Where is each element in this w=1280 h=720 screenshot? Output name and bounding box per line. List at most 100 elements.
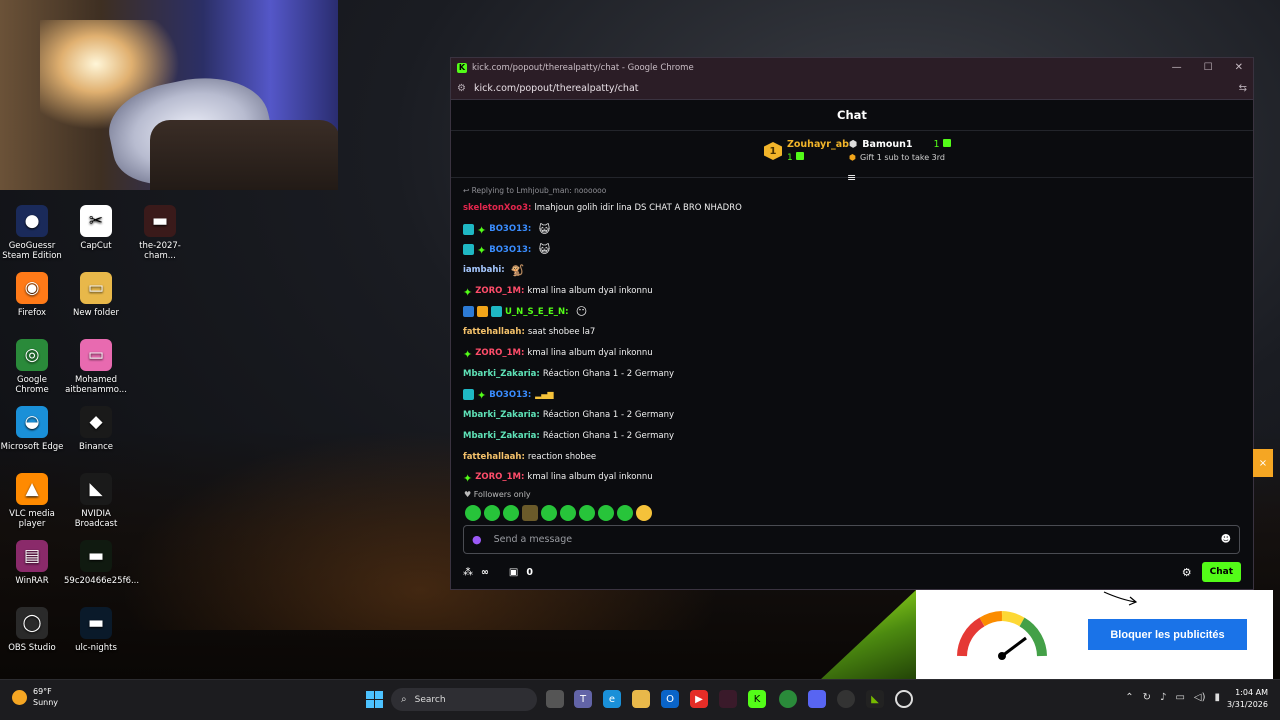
spark-badge-icon[interactable]: ✦	[463, 472, 472, 485]
desktop-icon[interactable]: ▭ New folder	[64, 272, 128, 318]
chat-message[interactable]: Mbarki_Zakaria: Réaction Ghana 1 - 2 Germ…	[463, 426, 1223, 447]
taskbar-search[interactable]: ⌕ Search	[391, 688, 537, 711]
clock[interactable]: 1:04 AM 3/31/2026	[1227, 687, 1268, 711]
chat-message-input[interactable]	[491, 533, 1221, 546]
ad-close-button[interactable]: ×	[1253, 449, 1273, 477]
chat-input-box[interactable]: ● ☻	[463, 525, 1240, 554]
app-icon[interactable]	[719, 690, 737, 708]
weather-widget[interactable]: 69°F Sunny	[12, 686, 58, 708]
desktop-icon[interactable]: ✂ CapCut	[64, 205, 128, 251]
spark-badge-icon[interactable]: ✦	[463, 348, 472, 361]
desktop-icon[interactable]: ◣ NVIDIA Broadcast	[64, 473, 128, 529]
desktop-icon[interactable]: ▤ WinRAR	[0, 540, 64, 586]
emote-button[interactable]	[484, 505, 500, 521]
chat-username[interactable]: ZORO_1M:	[475, 472, 524, 482]
chat-username[interactable]: Mbarki_Zakaria:	[463, 369, 540, 379]
maximize-icon[interactable]: ☐	[1204, 62, 1213, 73]
desktop-icon[interactable]: ● GeoGuessr Steam Edition	[0, 205, 64, 261]
chat-emote[interactable]: 😺	[536, 242, 552, 258]
grid-badge-icon[interactable]	[463, 389, 474, 401]
nvidia-icon[interactable]: ◣	[866, 690, 884, 708]
outlook-icon[interactable]: O	[661, 690, 679, 708]
chat-message[interactable]: skeletonXoo3: lmahjoun golih idir lina DS…	[463, 198, 1223, 219]
emote-button[interactable]	[617, 505, 633, 521]
block-ads-button[interactable]: Bloquer les publicités	[1088, 619, 1247, 650]
arrow-badge-icon[interactable]	[463, 306, 474, 318]
file-explorer-icon[interactable]	[632, 690, 650, 708]
address-url[interactable]: kick.com/popout/therealpatty/chat	[474, 83, 639, 94]
chat-username[interactable]: ZORO_1M:	[475, 348, 524, 358]
chat-settings-icon[interactable]: ⚙	[1182, 566, 1192, 579]
minimize-icon[interactable]: —	[1172, 62, 1182, 73]
chat-username[interactable]: U_N_S_E_E_N:	[505, 307, 569, 317]
chat-username[interactable]: Mbarki_Zakaria:	[463, 410, 540, 420]
chrome-icon[interactable]	[779, 690, 797, 708]
chat-username[interactable]: fattehallaah:	[463, 327, 525, 337]
chat-message[interactable]: ✦ BO3O13: 😺	[463, 239, 1223, 260]
chat-emote[interactable]: 😶	[574, 304, 590, 320]
chat-username[interactable]: BO3O13:	[489, 224, 531, 234]
discord-icon[interactable]	[808, 690, 826, 708]
kick-icon[interactable]: K	[748, 690, 766, 708]
sync-icon[interactable]: ↻	[1143, 692, 1151, 703]
desktop-icon[interactable]: ◉ Firefox	[0, 272, 64, 318]
desktop-icon[interactable]: ▲ VLC media player	[0, 473, 64, 529]
edge-icon[interactable]: e	[603, 690, 621, 708]
obs-icon[interactable]	[837, 690, 855, 708]
chat-message[interactable]: ✦ ZORO_1M: kmal lina album dyal inkonnu	[463, 343, 1223, 364]
desktop-icon[interactable]: ◆ Binance	[64, 406, 128, 452]
windows-start-icon[interactable]	[366, 691, 383, 708]
emote-button[interactable]	[503, 505, 519, 521]
chat-emote[interactable]: 🐒	[510, 262, 526, 278]
site-info-icon[interactable]: ⚙	[457, 83, 466, 94]
chat-message[interactable]: fattehallaah: reaction shobee	[463, 446, 1223, 467]
chat-username[interactable]: Mbarki_Zakaria:	[463, 431, 540, 441]
desktop-icon[interactable]: ◯ OBS Studio	[0, 607, 64, 653]
send-chat-button[interactable]: Chat	[1201, 562, 1241, 582]
chat-message[interactable]: ✦ ZORO_1M: kmal lina album dyal inkonnu	[463, 281, 1223, 302]
store-icon[interactable]: ▣	[509, 567, 518, 578]
crown-badge-icon[interactable]	[477, 306, 488, 318]
battery-icon[interactable]: ▮	[1214, 692, 1220, 703]
desktop-icon[interactable]: ◎ Google Chrome	[0, 339, 64, 395]
chat-message[interactable]: Mbarki_Zakaria: Réaction Ghana 1 - 2 Germ…	[463, 364, 1223, 385]
chat-message[interactable]: ✦ BO3O13: 😺	[463, 219, 1223, 240]
desktop-icon[interactable]: ▬ the-2027-cham...	[128, 205, 192, 261]
chat-emote[interactable]: ▂▄▆	[535, 387, 553, 403]
chat-emote[interactable]: 😺	[536, 221, 552, 237]
desktop-icon[interactable]: ▭ Mohamed aitbenammo...	[64, 339, 128, 395]
chat-username[interactable]: skeletonXoo3:	[463, 203, 531, 213]
chat-message[interactable]: ✦ BO3O13: ▂▄▆	[463, 384, 1223, 405]
microphone-icon[interactable]: ●	[472, 533, 482, 546]
collapse-leaderboard-icon[interactable]: ≡	[847, 171, 856, 184]
spark-badge-icon[interactable]: ✦	[477, 224, 486, 237]
close-icon[interactable]: ✕	[1235, 62, 1243, 73]
monitor-icon[interactable]: ▭	[1175, 692, 1184, 703]
spark-badge-icon[interactable]: ✦	[463, 286, 472, 299]
browser-icon[interactable]	[895, 690, 913, 708]
spark-badge-icon[interactable]: ✦	[477, 244, 486, 257]
emote-button[interactable]	[579, 505, 595, 521]
translate-icon[interactable]: ⇆	[1239, 83, 1247, 94]
grid-badge-icon[interactable]	[463, 244, 474, 256]
emote-button[interactable]	[598, 505, 614, 521]
chat-message[interactable]: iambahi: 🐒	[463, 260, 1223, 281]
chevron-up-icon[interactable]: ⌃	[1125, 692, 1133, 703]
chat-message[interactable]: fattehallaah: saat shobee la7	[463, 322, 1223, 343]
chat-username[interactable]: ZORO_1M:	[475, 286, 524, 296]
window-titlebar[interactable]: K kick.com/popout/therealpatty/chat - Go…	[451, 58, 1253, 77]
desktop-icon[interactable]: ▬ ulc-nights	[64, 607, 128, 653]
address-bar[interactable]: ⚙ kick.com/popout/therealpatty/chat ⇆	[451, 77, 1253, 100]
chat-message[interactable]: U_N_S_E_E_N: 😶	[463, 301, 1223, 322]
leaderboard-second[interactable]: ⬢ Bamoun1 1 ⬢ Gift 1 sub to take 3rd	[849, 139, 951, 162]
task-view-icon[interactable]	[546, 690, 564, 708]
emoji-picker-icon[interactable]: ☻	[1221, 534, 1231, 545]
chat-message[interactable]: ✦ ZORO_1M: kmal lina album dyal inkonnu	[463, 467, 1223, 488]
microphone-tray-icon[interactable]: ♪	[1160, 692, 1166, 703]
volume-icon[interactable]: ◁)	[1194, 692, 1206, 703]
leaderboard-first[interactable]: 1 Zouhayr_ab 1	[764, 139, 849, 163]
desktop-icon[interactable]: ◒ Microsoft Edge	[0, 406, 64, 452]
chat-message[interactable]: Mbarki_Zakaria: Réaction Ghana 1 - 2 Germ…	[463, 405, 1223, 426]
chat-username[interactable]: iambahi:	[463, 265, 505, 275]
channel-points-icon[interactable]: ⁂	[463, 567, 473, 578]
